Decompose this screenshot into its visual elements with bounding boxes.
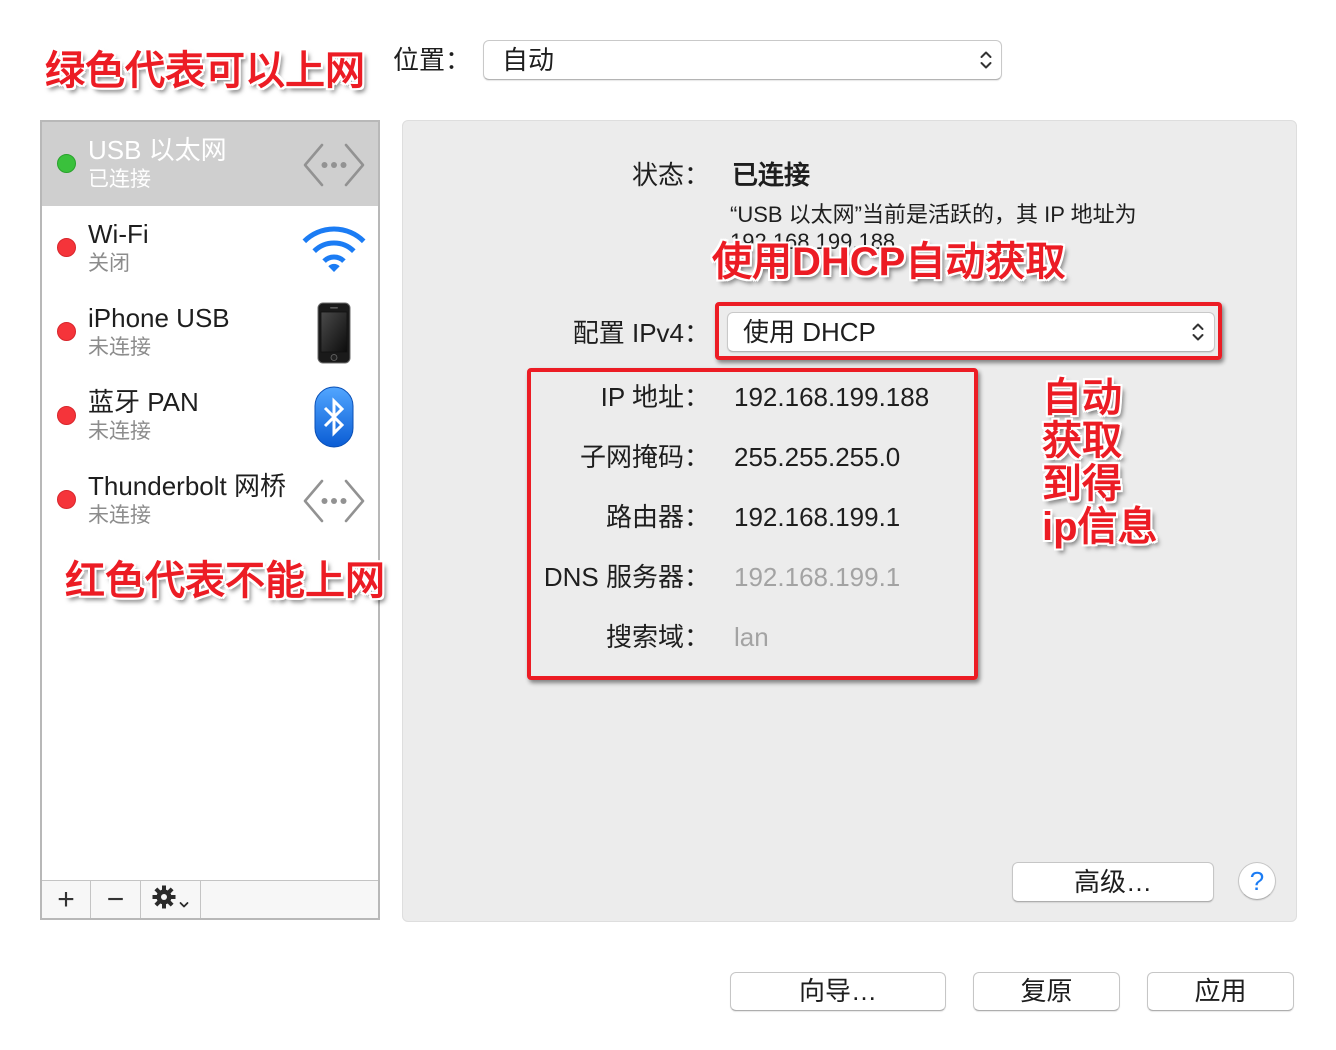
advanced-button[interactable]: 高级… (1012, 862, 1214, 902)
status-description: “USB 以太网”当前是活跃的，其 IP 地址为 (730, 202, 1137, 227)
status-dot-disconnected (57, 322, 76, 341)
location-popup[interactable]: 自动 (483, 40, 1002, 80)
service-status: 关闭 (88, 252, 130, 275)
status-dot-disconnected (57, 490, 76, 509)
annotation-ip-note-line: 自动 (1042, 376, 1122, 420)
annotation-ip-note-line: 到得 (1042, 462, 1122, 506)
service-name: USB 以太网 (88, 135, 227, 165)
location-label: 位置： (393, 45, 472, 75)
status-dot-connected (57, 154, 76, 173)
minus-icon: − (106, 883, 125, 916)
add-service-button[interactable]: + (42, 881, 91, 918)
service-item-bluetooth-pan[interactable]: 蓝牙 PAN 未连接 (42, 374, 378, 458)
service-item-iphone-usb[interactable]: iPhone USB 未连接 (42, 290, 378, 374)
status-dot-disconnected (57, 406, 76, 425)
service-item-usb-ethernet[interactable]: USB 以太网 已连接 (42, 122, 378, 206)
service-status: 未连接 (88, 420, 151, 443)
assistant-button[interactable]: 向导… (730, 972, 946, 1011)
service-item-wifi[interactable]: Wi-Fi 关闭 (42, 206, 378, 290)
annotation-green-note: 绿色代表可以上网 (45, 49, 365, 93)
annotation-box-ip-info (527, 368, 978, 680)
annotation-red-note: 红色代表不能上网 (65, 559, 385, 603)
iphone-icon (300, 301, 368, 365)
annotation-dhcp-note: 使用DHCP自动获取 (712, 240, 1066, 284)
status-value: 已连接 (732, 160, 811, 190)
help-button[interactable]: ? (1238, 862, 1276, 900)
service-list: USB 以太网 已连接 Wi-Fi 关闭 iPhone USB 未连接 蓝牙 P… (40, 120, 380, 920)
service-status: 已连接 (88, 168, 151, 191)
chevron-down-icon (179, 881, 189, 918)
service-actions-button[interactable] (141, 881, 201, 918)
service-status: 未连接 (88, 504, 151, 527)
annotation-ip-note-line: ip信息 (1042, 505, 1158, 549)
updown-chevron-icon (979, 49, 993, 71)
configure-ipv4-label: 配置 IPv4： (572, 318, 710, 348)
wifi-icon (300, 217, 368, 281)
annotation-ip-note-line: 获取 (1042, 419, 1122, 463)
ethernet-icon (300, 133, 368, 197)
gear-icon (152, 881, 176, 918)
apply-button[interactable]: 应用 (1147, 972, 1294, 1011)
plus-icon: + (57, 883, 75, 916)
service-name: 蓝牙 PAN (88, 387, 199, 417)
revert-button[interactable]: 复原 (973, 972, 1120, 1011)
service-name: Wi-Fi (88, 219, 149, 249)
annotation-ip-note: 自动 获取 到得 ip信息 (1042, 377, 1158, 549)
remove-service-button[interactable]: − (91, 881, 141, 918)
status-dot-disconnected (57, 238, 76, 257)
service-list-toolbar: + − (42, 880, 378, 918)
service-name: iPhone USB (88, 303, 230, 333)
annotation-box-dhcp (715, 302, 1222, 360)
location-value: 自动 (502, 45, 555, 75)
status-label: 状态： (631, 160, 710, 190)
service-item-thunderbolt-bridge[interactable]: Thunderbolt 网桥 未连接 (42, 458, 378, 542)
service-name: Thunderbolt 网桥 (88, 471, 286, 501)
ethernet-icon (300, 469, 368, 533)
service-status: 未连接 (88, 336, 151, 359)
bluetooth-icon (300, 385, 368, 449)
